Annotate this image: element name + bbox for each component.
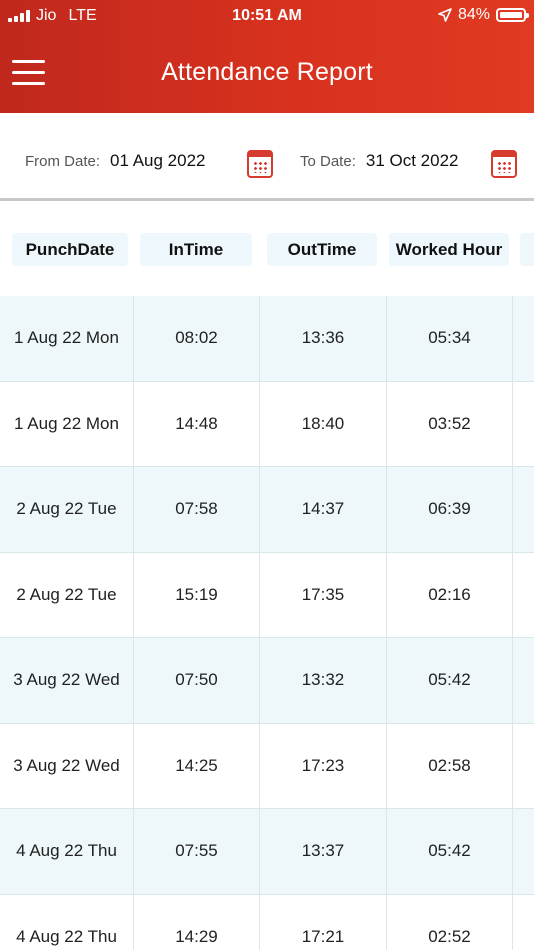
overflow-cell [513, 296, 534, 381]
column-header-worked-hour[interactable]: Worked Hour [389, 233, 509, 266]
in-time-cell: 08:02 [134, 296, 260, 381]
overflow-cell [513, 467, 534, 552]
worked-hour-cell: 05:42 [387, 809, 513, 894]
battery-icon [496, 8, 529, 22]
table-row[interactable]: 4 Aug 22 Thu 14:29 17:21 02:52 [0, 894, 534, 950]
overflow-cell [513, 724, 534, 809]
from-date-value[interactable]: 01 Aug 2022 [110, 151, 205, 171]
punch-date-cell: 3 Aug 22 Wed [0, 638, 134, 723]
out-time-cell: 14:37 [260, 467, 387, 552]
table-row[interactable]: 2 Aug 22 Tue 07:58 14:37 06:39 [0, 467, 534, 553]
from-calendar-icon[interactable] [247, 150, 273, 178]
battery-percent: 84% [457, 6, 490, 23]
out-time-cell: 17:21 [260, 894, 387, 950]
status-bar: Jio LTE 10:51 AM 84% [0, 0, 534, 32]
worked-hour-cell: 05:42 [387, 638, 513, 723]
table-row[interactable]: 3 Aug 22 Wed 14:25 17:23 02:58 [0, 723, 534, 809]
location-arrow-icon [438, 8, 452, 22]
date-filter-bar: From Date: 01 Aug 2022 To Date: 31 Oct 2… [0, 113, 534, 201]
overflow-cell [513, 553, 534, 638]
in-time-cell: 14:25 [134, 723, 260, 808]
to-date-value[interactable]: 31 Oct 2022 [366, 151, 459, 171]
out-time-cell: 18:40 [260, 381, 387, 466]
worked-hour-cell: 02:52 [387, 894, 513, 950]
table-row[interactable]: 4 Aug 22 Thu 07:55 13:37 05:42 [0, 809, 534, 895]
out-time-cell: 13:36 [260, 296, 387, 381]
from-date-group[interactable]: From Date: 01 Aug 2022 [25, 151, 206, 171]
overflow-cell [513, 638, 534, 723]
out-time-cell: 17:35 [260, 552, 387, 637]
column-header-intime[interactable]: InTime [140, 233, 252, 266]
table-header: PunchDate InTime OutTime Worked Hour [0, 204, 534, 296]
worked-hour-cell: 02:58 [387, 723, 513, 808]
in-time-cell: 07:50 [134, 638, 260, 723]
out-time-cell: 13:32 [260, 638, 387, 723]
out-time-cell: 17:23 [260, 723, 387, 808]
filter-divider [0, 198, 534, 201]
to-date-label: To Date: [300, 152, 356, 170]
column-header-outtime[interactable]: OutTime [267, 233, 377, 266]
column-header-overflow [520, 233, 534, 266]
overflow-cell [513, 382, 534, 467]
out-time-cell: 13:37 [260, 809, 387, 894]
attendance-table-body: 1 Aug 22 Mon 08:02 13:36 05:34 1 Aug 22 … [0, 296, 534, 950]
table-row[interactable]: 2 Aug 22 Tue 15:19 17:35 02:16 [0, 552, 534, 638]
in-time-cell: 15:19 [134, 552, 260, 637]
punch-date-cell: 1 Aug 22 Mon [0, 296, 134, 381]
in-time-cell: 14:48 [134, 381, 260, 466]
table-row[interactable]: 3 Aug 22 Wed 07:50 13:32 05:42 [0, 638, 534, 724]
punch-date-cell: 2 Aug 22 Tue [0, 552, 134, 637]
page-title: Attendance Report [161, 58, 373, 86]
in-time-cell: 07:55 [134, 809, 260, 894]
status-right: 84% [438, 6, 529, 24]
worked-hour-cell: 05:34 [387, 296, 513, 381]
table-row[interactable]: 1 Aug 22 Mon 14:48 18:40 03:52 [0, 381, 534, 467]
punch-date-cell: 1 Aug 22 Mon [0, 381, 134, 466]
attendance-report-screen: Jio LTE 10:51 AM 84% Attendance Report F… [0, 0, 534, 950]
punch-date-cell: 4 Aug 22 Thu [0, 809, 134, 894]
in-time-cell: 07:58 [134, 467, 260, 552]
in-time-cell: 14:29 [134, 894, 260, 950]
punch-date-cell: 3 Aug 22 Wed [0, 723, 134, 808]
punch-date-cell: 2 Aug 22 Tue [0, 467, 134, 552]
punch-date-cell: 4 Aug 22 Thu [0, 894, 134, 950]
to-calendar-icon[interactable] [491, 150, 517, 178]
table-row[interactable]: 1 Aug 22 Mon 08:02 13:36 05:34 [0, 296, 534, 382]
overflow-cell [513, 809, 534, 894]
worked-hour-cell: 06:39 [387, 467, 513, 552]
worked-hour-cell: 02:16 [387, 552, 513, 637]
from-date-label: From Date: [25, 152, 101, 170]
to-date-group[interactable]: To Date: 31 Oct 2022 [300, 151, 459, 171]
app-header: Jio LTE 10:51 AM 84% Attendance Report [0, 0, 534, 113]
column-header-punchdate[interactable]: PunchDate [12, 233, 128, 266]
overflow-cell [513, 895, 534, 950]
worked-hour-cell: 03:52 [387, 381, 513, 466]
